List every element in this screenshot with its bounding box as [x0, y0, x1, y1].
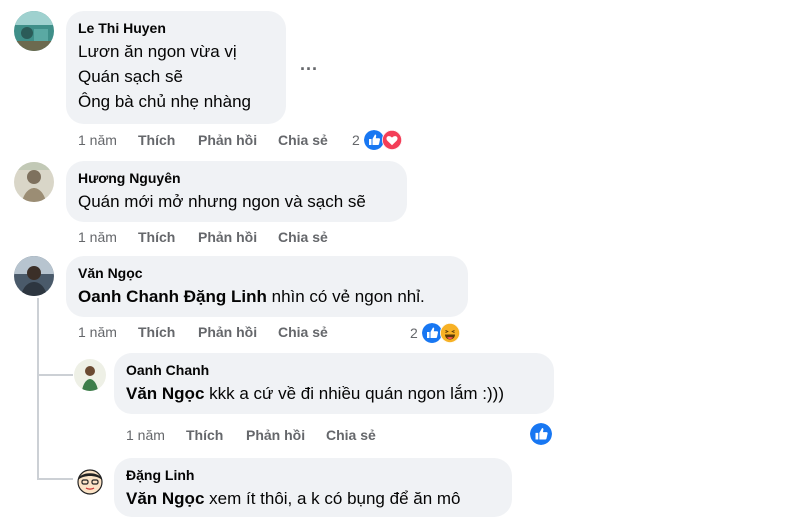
timestamp[interactable]: 1 năm	[78, 322, 117, 342]
reply-button[interactable]: Phản hồi	[198, 130, 257, 150]
thread-line-vertical	[37, 298, 39, 480]
comment-text: Văn Ngọc xem ít thôi, a k có bụng để ăn …	[126, 486, 500, 511]
share-button[interactable]: Chia sẻ	[278, 130, 328, 150]
author-name[interactable]: Oanh Chanh	[126, 361, 542, 379]
comment-body: nhìn có vẻ ngon nhỉ.	[266, 287, 425, 306]
reaction-summary[interactable]: 2	[410, 322, 470, 344]
mention-link[interactable]: Văn Ngọc	[126, 384, 204, 403]
share-button[interactable]: Chia sẻ	[278, 322, 328, 342]
reply-button[interactable]: Phản hồi	[198, 227, 257, 247]
reply-button[interactable]: Phản hồi	[198, 322, 257, 342]
haha-icon	[440, 323, 460, 343]
comment-bubble: Văn Ngọc Oanh Chanh Đặng Linh nhìn có vẻ…	[66, 256, 468, 317]
comment-body: xem ít thôi, a k có bụng để ăn mô	[204, 489, 461, 508]
comment-text: Oanh Chanh Đặng Linh nhìn có vẻ ngon nhỉ…	[78, 284, 456, 309]
mention-link[interactable]: Văn Ngọc	[126, 489, 204, 508]
comment-line: Lươn ăn ngon vừa vị	[78, 42, 237, 61]
author-name[interactable]: Le Thi Huyen	[78, 19, 274, 37]
share-button[interactable]: Chia sẻ	[326, 425, 376, 445]
like-icon	[422, 323, 442, 343]
timestamp[interactable]: 1 năm	[78, 130, 117, 150]
avatar[interactable]	[14, 162, 54, 202]
comment-actions: 1 năm Thích Phản hồi Chia sẻ	[126, 425, 446, 445]
avatar[interactable]	[14, 11, 54, 51]
comment-line: Quán sạch sẽ	[78, 67, 183, 86]
like-button[interactable]: Thích	[138, 130, 175, 150]
love-icon	[382, 130, 402, 150]
comment-text: Quán mới mở nhưng ngon và sạch sẽ	[78, 192, 366, 211]
comment-actions: 1 năm Thích Phản hồi Chia sẻ	[78, 227, 398, 247]
like-button[interactable]: Thích	[138, 322, 175, 342]
avatar[interactable]	[74, 465, 106, 497]
comment-bubble: Đặng Linh Văn Ngọc xem ít thôi, a k có b…	[114, 458, 512, 517]
reaction-summary[interactable]: 2	[352, 129, 412, 151]
author-name[interactable]: Hương Nguyên	[78, 169, 395, 187]
thread-line-branch-1	[37, 374, 73, 376]
like-icon[interactable]	[530, 423, 552, 445]
author-name[interactable]: Đặng Linh	[126, 466, 500, 484]
comment-bubble: Oanh Chanh Văn Ngọc kkk a cứ về đi nhiều…	[114, 353, 554, 414]
thread-line-branch-2	[37, 478, 73, 480]
comment-actions: 1 năm Thích Phản hồi Chia sẻ	[78, 130, 398, 150]
like-button[interactable]: Thích	[186, 425, 223, 445]
avatar[interactable]	[74, 359, 106, 391]
author-name[interactable]: Văn Ngọc	[78, 264, 456, 282]
timestamp[interactable]: 1 năm	[126, 425, 165, 445]
more-options-icon[interactable]: ...	[300, 54, 318, 75]
comment-body: kkk a cứ về đi nhiều quán ngon lắm :)))	[204, 384, 504, 403]
mention-link[interactable]: Oanh Chanh Đặng Linh	[78, 287, 267, 306]
like-button[interactable]: Thích	[138, 227, 175, 247]
reaction-count: 2	[410, 325, 418, 341]
reply-button[interactable]: Phản hồi	[246, 425, 305, 445]
comment-text: Văn Ngọc kkk a cứ về đi nhiều quán ngon …	[126, 381, 542, 406]
avatar[interactable]	[14, 256, 54, 296]
comment-line: Ông bà chủ nhẹ nhàng	[78, 92, 251, 111]
reaction-count: 2	[352, 132, 360, 148]
comment-bubble: Hương Nguyên Quán mới mở nhưng ngon và s…	[66, 161, 407, 222]
comment-actions: 1 năm Thích Phản hồi Chia sẻ	[78, 322, 398, 342]
comment-bubble: Le Thi Huyen Lươn ăn ngon vừa vị Quán sạ…	[66, 11, 286, 124]
timestamp[interactable]: 1 năm	[78, 227, 117, 247]
like-icon	[364, 130, 384, 150]
share-button[interactable]: Chia sẻ	[278, 227, 328, 247]
